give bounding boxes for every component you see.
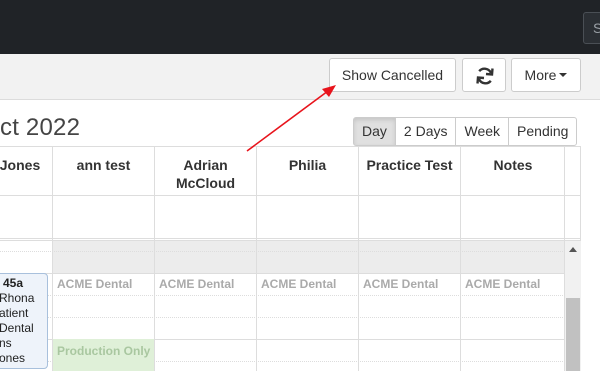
more-label: More (524, 67, 557, 83)
location-label: ACME Dental (465, 277, 541, 291)
view-2days-button[interactable]: 2 Days (394, 117, 457, 146)
calendar-title: ct 2022 (0, 114, 81, 141)
column-divider (358, 147, 359, 371)
appointment-time: 45a (3, 276, 24, 290)
allday-divider (0, 238, 581, 239)
column-divider (154, 147, 155, 371)
navbar-button[interactable]: S (583, 12, 600, 44)
time-slot-line (0, 273, 565, 274)
location-label: ACME Dental (261, 277, 337, 291)
refresh-button[interactable] (462, 58, 506, 92)
column-header: Practice Test (366, 157, 453, 173)
refresh-icon (476, 67, 494, 85)
calendar-toolbar: Show Cancelled More (0, 54, 600, 100)
view-week-button[interactable]: Week (455, 117, 510, 146)
appointment-line: Dental (0, 321, 34, 335)
column-header: ann test (76, 157, 131, 173)
more-dropdown-button[interactable]: More (511, 58, 581, 92)
time-slot-line (0, 317, 565, 318)
column-header: Jones (0, 157, 41, 173)
location-label: ACME Dental (159, 277, 235, 291)
appointment-line: atient (0, 306, 29, 320)
production-only-label: Production Only (57, 344, 151, 358)
calendar-grid: Jones ann test Adrian McCloud Philia Pra… (0, 146, 581, 371)
header-divider (0, 195, 581, 196)
scrollbar-thumb[interactable] (566, 298, 580, 371)
scroll-up-arrow-icon[interactable] (569, 247, 577, 252)
column-divider (52, 147, 53, 371)
show-cancelled-button[interactable]: Show Cancelled (329, 58, 456, 92)
location-label: ACME Dental (363, 277, 439, 291)
view-day-button[interactable]: Day (353, 117, 396, 146)
column-divider (460, 147, 461, 371)
view-switcher: Day 2 Days Week Pending (353, 117, 578, 146)
caret-down-icon (559, 73, 568, 78)
location-label: ACME Dental (57, 277, 133, 291)
appointment-line: ns (0, 336, 12, 350)
annotation-arrow-line (246, 90, 329, 152)
view-pending-button[interactable]: Pending (508, 117, 578, 146)
appointment-card[interactable]: 45a Rhona atient Dental ns ones (0, 273, 48, 369)
column-header: Notes (493, 157, 533, 173)
blocked-time-row (53, 241, 565, 273)
time-slot-line (0, 295, 565, 296)
appointment-line: Rhona (0, 291, 35, 305)
column-header: Philia (288, 157, 327, 173)
column-header: Adrian McCloud (175, 157, 236, 191)
top-navbar: S (0, 0, 600, 54)
time-slot-line (0, 251, 565, 252)
appointment-line: ones (0, 351, 26, 365)
column-divider (256, 147, 257, 371)
